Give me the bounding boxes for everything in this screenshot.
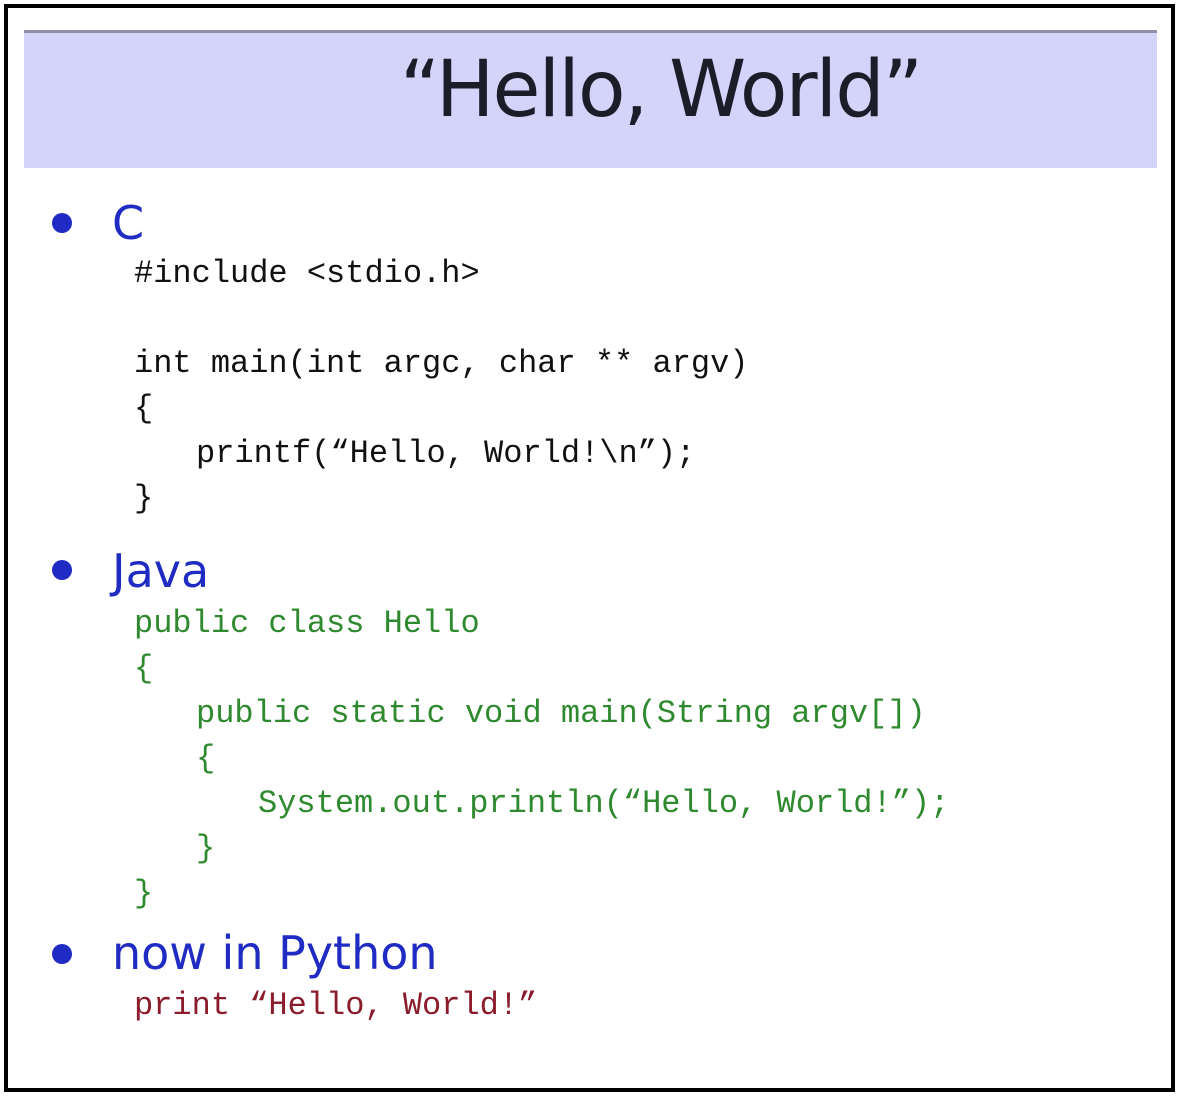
java-code-line: } <box>134 875 154 912</box>
c-code-line: #include <stdio.h> <box>134 255 480 292</box>
heading-c: C <box>112 196 145 250</box>
slide-title: “Hello, World” <box>399 45 923 135</box>
java-code-line: { <box>196 740 216 777</box>
bullet-python <box>52 944 72 964</box>
java-code-line: public static void main(String argv[]) <box>196 695 926 732</box>
bullet-java <box>52 560 72 580</box>
java-code-line: { <box>134 650 154 687</box>
java-code-line: System.out.println(“Hello, World!”); <box>258 785 950 822</box>
python-code-line: print “Hello, World!” <box>134 987 538 1024</box>
c-code-line: int main(int argc, char ** argv) <box>134 345 749 382</box>
title-band: “Hello, World” <box>24 30 1157 168</box>
heading-java: Java <box>112 544 210 598</box>
c-code-line: { <box>134 390 154 427</box>
java-code-line: } <box>196 830 216 867</box>
heading-python: now in Python <box>112 926 438 980</box>
java-code-line: public class Hello <box>134 605 480 642</box>
c-code-line: printf(“Hello, World!\n”); <box>196 435 696 472</box>
c-code-line: } <box>134 480 154 517</box>
bullet-c <box>52 213 72 233</box>
slide-frame: “Hello, World” C #include <stdio.h> int … <box>4 4 1175 1092</box>
